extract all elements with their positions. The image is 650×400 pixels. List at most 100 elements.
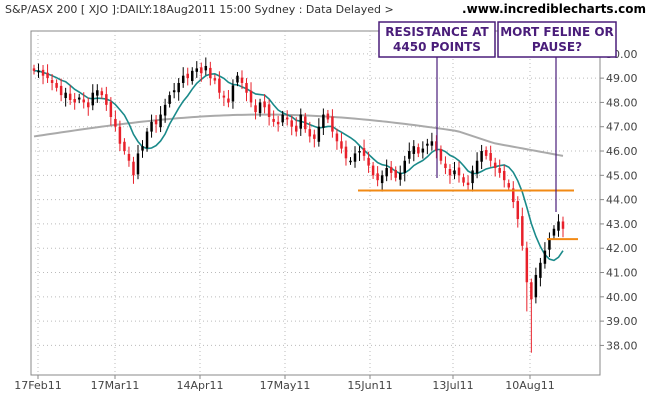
candle-body: [466, 182, 470, 186]
candle-body: [222, 95, 226, 98]
candle-body: [82, 99, 85, 103]
candle-body: [322, 114, 325, 128]
candle-body: [127, 153, 131, 161]
candle-body: [344, 146, 348, 159]
candle-body: [353, 153, 357, 162]
y-tick-label: 46.00: [606, 145, 638, 158]
candle-body: [245, 82, 248, 93]
candle-body: [385, 168, 388, 177]
candle-body: [417, 147, 420, 154]
candle-body: [561, 221, 565, 229]
candle-body: [448, 169, 452, 176]
price-chart: 17Feb11 17Mar11 14Apr11 17May11 15Jun11 13Jul…: [0, 0, 650, 400]
x-tick-label: 13Jul11: [432, 379, 473, 392]
plot-area: [30, 30, 601, 376]
candle-body: [96, 90, 99, 96]
candle-body: [123, 141, 126, 152]
candle-body: [118, 126, 122, 144]
candle-body: [534, 274, 538, 298]
candle-body: [258, 102, 262, 114]
candle-body: [263, 101, 266, 108]
candle-body: [349, 160, 352, 163]
candle-body: [403, 160, 406, 173]
annotation-text: PAUSE?: [532, 40, 582, 54]
candle-body: [539, 262, 542, 278]
candle-body: [186, 73, 189, 79]
candle-body: [552, 228, 556, 236]
candle-body: [299, 114, 303, 129]
candle-body: [227, 98, 230, 103]
candle-body: [389, 167, 393, 173]
candle-body: [249, 90, 253, 103]
annotation-text: RESISTANCE AT: [385, 25, 489, 39]
candle-body: [408, 151, 411, 159]
candle-body: [475, 160, 479, 174]
candle-body: [136, 153, 140, 175]
candle-body: [55, 82, 58, 88]
candle-body: [304, 116, 307, 130]
candle-body: [145, 131, 149, 149]
candle-body: [326, 113, 330, 120]
candle-body: [267, 104, 271, 117]
y-tick-label: 40.00: [606, 291, 638, 304]
candle-body: [380, 175, 384, 184]
y-tick-label: 45.00: [606, 169, 638, 182]
candle-body: [525, 247, 529, 283]
candle-body: [132, 161, 135, 176]
candle-body: [439, 149, 443, 161]
candle-body: [557, 221, 560, 231]
candle-body: [376, 173, 379, 181]
candle-body: [493, 162, 497, 169]
candle-body: [398, 172, 402, 180]
candle-body: [46, 72, 49, 79]
candle-body: [68, 93, 72, 100]
candle-body: [358, 151, 361, 153]
candle-body: [168, 95, 171, 104]
candle-body: [331, 116, 334, 132]
candle-body: [480, 151, 483, 162]
candle-body: [154, 119, 158, 125]
candle-body: [100, 91, 104, 96]
candle-body: [308, 129, 312, 137]
y-tick-label: 41.00: [606, 267, 638, 280]
candle-body: [313, 134, 316, 139]
candle-body: [213, 78, 217, 81]
candle-body: [285, 117, 289, 120]
candle-body: [471, 170, 474, 184]
candle-body: [231, 85, 235, 102]
candle-body: [200, 67, 203, 74]
candle-body: [394, 169, 397, 178]
candle-body: [421, 148, 425, 153]
candle-body: [521, 216, 524, 246]
candle-body: [50, 80, 54, 83]
candle-body: [362, 148, 366, 156]
chart-title: S&P/ASX 200 [ XJO ]:DAILY:18Aug2011 15:0…: [5, 3, 394, 16]
candle-body: [254, 105, 257, 113]
candle-body: [163, 104, 167, 116]
y-tick-label: 48.00: [606, 96, 638, 109]
candle-body: [294, 125, 298, 132]
candle-body: [430, 141, 434, 146]
candle-body: [457, 167, 461, 176]
candle-body: [32, 68, 36, 71]
candle-body: [367, 157, 370, 166]
candle-body: [159, 114, 162, 128]
candle-body: [204, 65, 208, 71]
y-tick-label: 42.00: [606, 242, 638, 255]
candle-body: [105, 94, 108, 105]
candle-body: [177, 82, 180, 93]
x-tick-label: 15Jun11: [347, 379, 392, 392]
candle-body: [64, 92, 67, 99]
y-tick-label: 47.00: [606, 121, 638, 134]
candle-body: [77, 97, 81, 100]
x-tick-label: 17May11: [260, 379, 311, 392]
candle-body: [218, 78, 221, 93]
candle-body: [489, 152, 492, 161]
x-tick-label: 10Aug11: [505, 379, 554, 392]
candle-body: [530, 282, 533, 300]
candle-body: [109, 101, 113, 117]
candle-body: [276, 121, 280, 125]
candle-body: [87, 102, 90, 108]
candle-body: [462, 177, 465, 183]
candle-body: [37, 70, 40, 73]
